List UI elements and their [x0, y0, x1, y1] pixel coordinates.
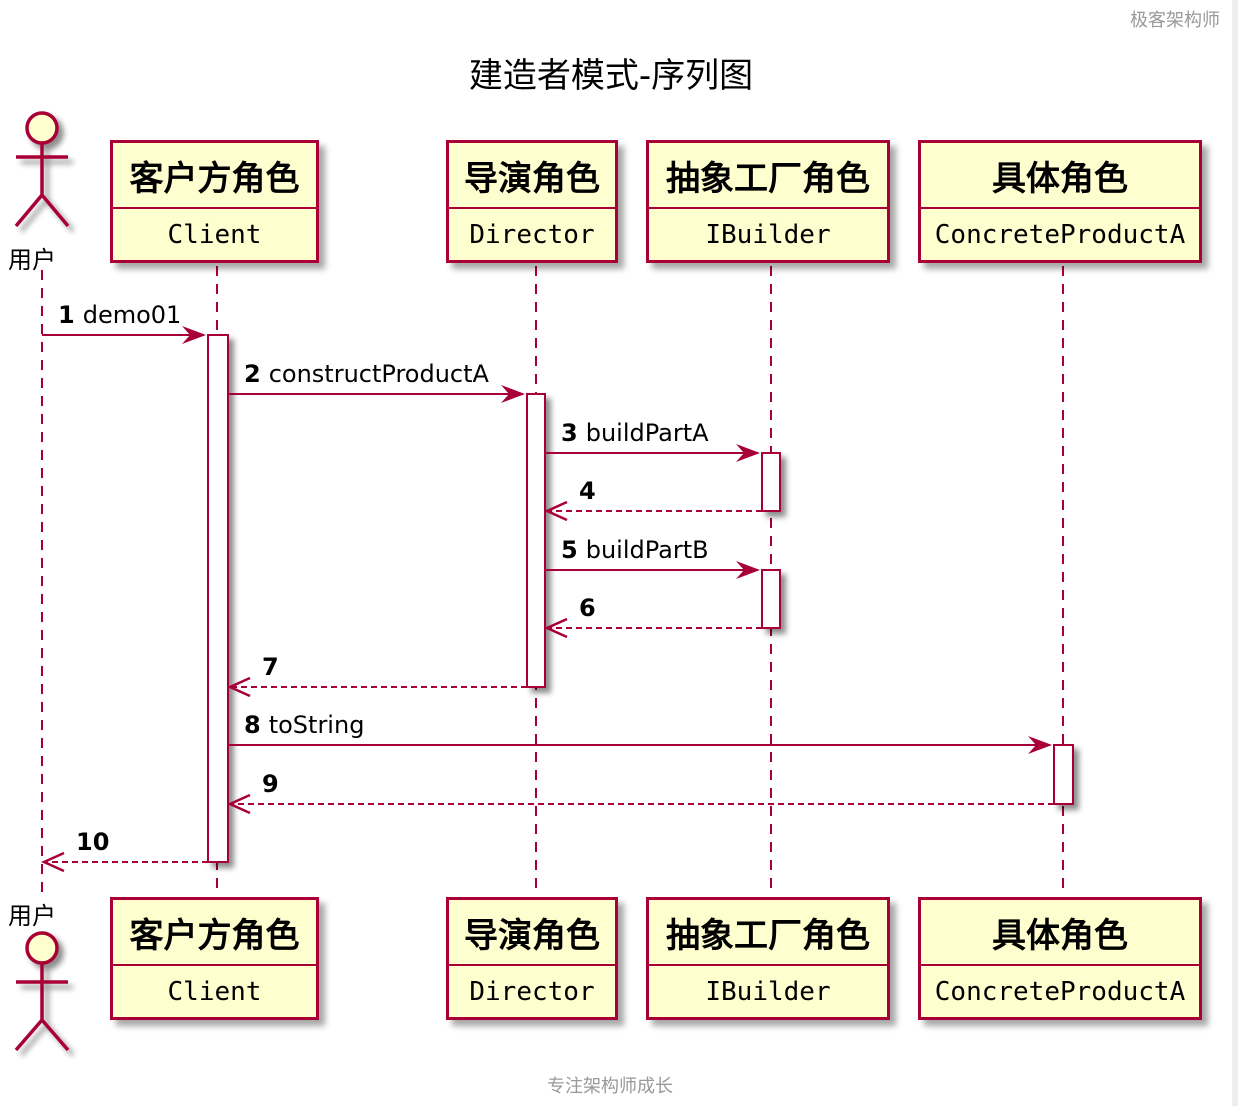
- participant-title: 导演角色: [449, 900, 615, 966]
- actor-label-bottom: 用户: [8, 902, 56, 930]
- participant-name: Client: [167, 220, 262, 250]
- message-text: buildPartA: [585, 419, 709, 447]
- message-label: 5 buildPartB: [561, 536, 709, 564]
- message-label: 4: [579, 477, 604, 505]
- participant-director-top: 导演角色 Director: [446, 140, 618, 263]
- participant-name: Director: [469, 977, 595, 1007]
- message-label: 1 demo01: [58, 301, 181, 329]
- participant-title: 抽象工厂角色: [649, 900, 887, 966]
- message-label: 3 buildPartA: [561, 419, 709, 447]
- participant-director-bottom: 导演角色 Director: [446, 897, 618, 1020]
- message-text: buildPartB: [585, 536, 709, 564]
- activation-director: [526, 393, 546, 688]
- participant-name: Client: [167, 977, 262, 1007]
- message-number: 6: [579, 594, 596, 622]
- participant-title: 抽象工厂角色: [649, 143, 887, 209]
- message-number: 3: [561, 419, 578, 447]
- message-text: toString: [268, 711, 365, 739]
- message-number: 8: [244, 711, 261, 739]
- message-number: 10: [76, 828, 110, 856]
- actor-bottom-icon: [14, 931, 70, 1052]
- message-label: 7: [262, 653, 287, 681]
- message-number: 7: [262, 653, 279, 681]
- participant-title: 客户方角色: [113, 143, 316, 209]
- participant-client-bottom: 客户方角色 Client: [110, 897, 319, 1020]
- message-number: 5: [561, 536, 578, 564]
- message-number: 4: [579, 477, 596, 505]
- participant-product-bottom: 具体角色 ConcreteProductA: [918, 897, 1202, 1020]
- participant-name: IBuilder: [705, 220, 831, 250]
- message-number: 1: [58, 301, 75, 329]
- message-label: 8 toString: [244, 711, 364, 739]
- participant-builder-top: 抽象工厂角色 IBuilder: [646, 140, 890, 263]
- message-number: 9: [262, 770, 279, 798]
- message-label: 9: [262, 770, 287, 798]
- activation-builder-a: [761, 452, 781, 512]
- watermark-bottom: 专注架构师成长: [547, 1076, 673, 1097]
- activation-product: [1053, 744, 1074, 805]
- message-label: 10: [76, 828, 117, 856]
- participant-title: 导演角色: [449, 143, 615, 209]
- message-label: 6: [579, 594, 604, 622]
- participant-builder-bottom: 抽象工厂角色 IBuilder: [646, 897, 890, 1020]
- actor-top-icon: [14, 111, 70, 228]
- participant-product-top: 具体角色 ConcreteProductA: [918, 140, 1202, 263]
- participant-name: Director: [469, 220, 595, 250]
- actor-label-top: 用户: [8, 246, 56, 274]
- participant-name: ConcreteProductA: [934, 220, 1186, 250]
- participant-client-top: 客户方角色 Client: [110, 140, 319, 263]
- message-text: constructProductA: [268, 360, 489, 388]
- message-label: 2 constructProductA: [244, 360, 489, 388]
- message-text: demo01: [82, 301, 182, 329]
- message-number: 2: [244, 360, 261, 388]
- participant-title: 客户方角色: [113, 900, 316, 966]
- participant-name: IBuilder: [705, 977, 831, 1007]
- activation-client: [207, 334, 229, 863]
- participant-name: ConcreteProductA: [934, 977, 1186, 1007]
- activation-builder-b: [761, 569, 781, 629]
- participant-title: 具体角色: [921, 900, 1199, 966]
- participant-title: 具体角色: [921, 143, 1199, 209]
